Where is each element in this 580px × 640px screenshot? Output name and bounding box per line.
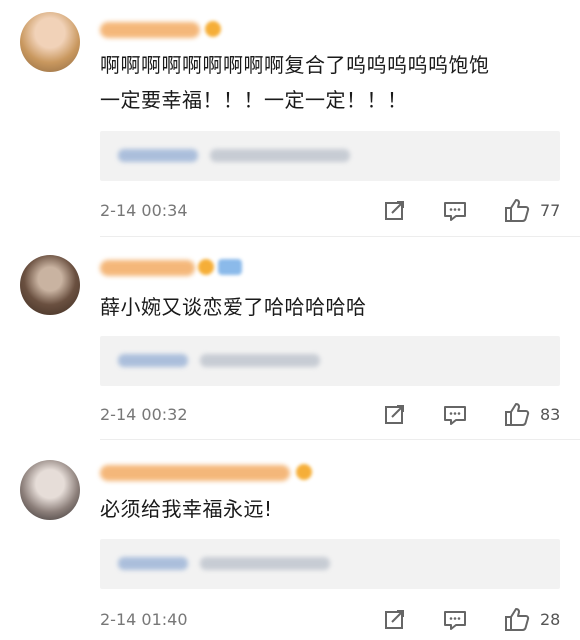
username[interactable]: [100, 22, 200, 38]
reply-preview-text: [200, 557, 330, 570]
comment-line: 啊啊啊啊啊啊啊啊啊复合了呜呜呜呜呜饱饱: [100, 53, 490, 77]
reply-preview[interactable]: [100, 336, 560, 386]
thumbs-up-icon[interactable]: [504, 197, 530, 223]
comment-item: 啊啊啊啊啊啊啊啊啊复合了呜呜呜呜呜饱饱 一定要幸福！！！一定一定！！！ 2-14…: [0, 0, 580, 237]
avatar[interactable]: [20, 255, 80, 315]
comment-line: 一定要幸福！！！一定一定！！！: [100, 88, 408, 112]
member-badge-icon: [218, 259, 242, 275]
verified-badge-icon: [205, 21, 221, 37]
comment-text: 必须给我幸福永远!: [100, 492, 564, 527]
thumbs-up-icon[interactable]: [504, 401, 530, 427]
comment-item: 薛小婉又谈恋爱了哈哈哈哈哈 2-14 00:32 83: [0, 237, 580, 442]
comment-text: 薛小婉又谈恋爱了哈哈哈哈哈: [100, 290, 564, 325]
avatar[interactable]: [20, 460, 80, 520]
reply-icon[interactable]: [442, 607, 468, 633]
avatar[interactable]: [20, 12, 80, 72]
reply-preview-user: [118, 557, 188, 570]
share-icon[interactable]: [382, 402, 408, 428]
like-count: 83: [540, 405, 561, 424]
comment-line: 薛小婉又谈恋爱了哈哈哈哈哈: [100, 295, 367, 319]
reply-preview[interactable]: [100, 539, 560, 589]
like-count: 28: [540, 610, 561, 629]
comment-timestamp: 2-14 01:40: [100, 610, 188, 629]
comment-line: 必须给我幸福永远!: [100, 497, 273, 521]
reply-preview-user: [118, 354, 188, 367]
share-icon[interactable]: [382, 198, 408, 224]
reply-icon[interactable]: [442, 402, 468, 428]
reply-preview-text: [200, 354, 320, 367]
thumbs-up-icon[interactable]: [504, 606, 530, 632]
reply-icon[interactable]: [442, 198, 468, 224]
comment-timestamp: 2-14 00:32: [100, 405, 188, 424]
reply-preview-text: [210, 149, 350, 162]
username[interactable]: [100, 465, 290, 481]
comment-text: 啊啊啊啊啊啊啊啊啊复合了呜呜呜呜呜饱饱 一定要幸福！！！一定一定！！！: [100, 48, 564, 118]
like-count: 77: [540, 201, 561, 220]
comment-item: 必须给我幸福永远! 2-14 01:40 28: [0, 440, 580, 640]
verified-badge-icon: [296, 464, 312, 480]
comment-timestamp: 2-14 00:34: [100, 201, 188, 220]
reply-preview[interactable]: [100, 131, 560, 181]
share-icon[interactable]: [382, 607, 408, 633]
reply-preview-user: [118, 149, 198, 162]
username[interactable]: [100, 260, 195, 276]
verified-badge-icon: [198, 259, 214, 275]
